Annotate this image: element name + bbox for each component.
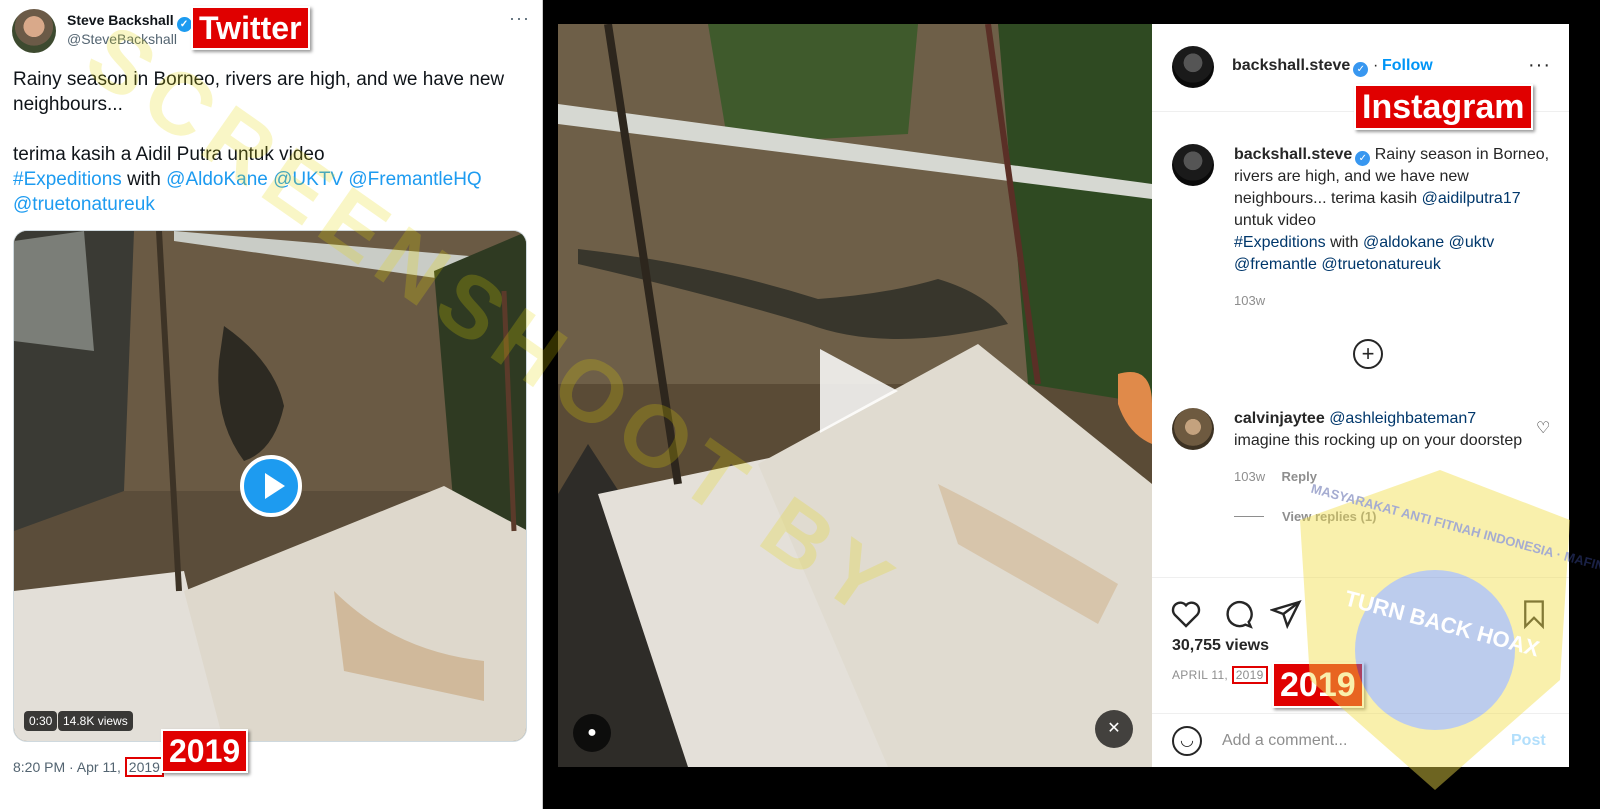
twitter-video[interactable]: 0:30 14.8K views xyxy=(13,230,527,742)
instagram-source-label: Instagram xyxy=(1354,84,1533,130)
tweet-text: Rainy season in Borneo, rivers are high,… xyxy=(13,67,528,217)
instagram-caption: backshall.steve ✓ Rainy season in Borneo,… xyxy=(1234,144,1554,312)
comment-mention[interactable]: @ashleighbateman7 xyxy=(1329,410,1476,427)
comment-username[interactable]: calvinjaytee xyxy=(1234,410,1325,427)
share-icon[interactable] xyxy=(1270,598,1302,630)
twitter-handle[interactable]: @SteveBackshall xyxy=(67,31,177,47)
add-comment-bar: ◡ Add a comment... Post xyxy=(1152,713,1569,768)
post-date-text: APRIL 11, xyxy=(1172,668,1232,682)
tweet-time-text: 8:20 PM · Apr 11, xyxy=(13,759,125,775)
play-button-icon[interactable] xyxy=(240,455,302,517)
add-comment-input[interactable]: Add a comment... xyxy=(1222,732,1347,750)
instagram-comment: calvinjaytee @ashleighbateman7 imagine t… xyxy=(1234,408,1534,528)
tweet-line-1: Rainy season in Borneo, rivers are high,… xyxy=(13,69,505,115)
caption-with: with xyxy=(1325,234,1363,251)
hashtag-expeditions[interactable]: #Expeditions xyxy=(1234,234,1326,251)
twitter-year-label: 2019 xyxy=(161,729,249,773)
comment-age[interactable]: 103w xyxy=(1234,469,1265,484)
verified-badge-icon: ✓ xyxy=(176,17,192,32)
twitter-avatar[interactable] xyxy=(12,9,56,53)
mention-uktv[interactable]: @UKTV xyxy=(273,169,343,190)
view-replies-row[interactable]: View replies (1) xyxy=(1234,506,1534,528)
instagram-video[interactable]: ● ✕ xyxy=(558,24,1152,767)
muted-speaker-icon[interactable]: ✕ xyxy=(1095,710,1133,748)
like-comment-icon[interactable]: ♡ xyxy=(1536,418,1550,438)
twitter-display-name[interactable]: Steve Backshall ✓ xyxy=(67,12,192,32)
video-views-badge: 14.8K views xyxy=(58,711,133,731)
more-options-icon[interactable]: ··· xyxy=(509,8,530,29)
commenter-avatar[interactable] xyxy=(1172,408,1214,450)
instagram-year-label: 2019 xyxy=(1272,662,1364,708)
mention-aldokane[interactable]: @AldoKane xyxy=(166,169,268,190)
mention-truetonatureuk[interactable]: @truetonatureuk xyxy=(1321,256,1440,273)
tweet-timestamp[interactable]: 8:20 PM · Apr 11, 2019 xyxy=(13,757,164,777)
comment-icon[interactable] xyxy=(1222,598,1254,630)
tweet-with-text: with xyxy=(121,169,167,190)
views-count[interactable]: 30,755 views xyxy=(1172,637,1269,655)
instagram-side-panel: backshall.steve ✓ · Follow ··· backshall.… xyxy=(1152,24,1569,767)
caption-avatar[interactable] xyxy=(1172,144,1214,186)
post-year-highlight: 2019 xyxy=(1231,666,1268,684)
twitter-panel: Steve Backshall ✓ @SteveBackshall ··· Rai… xyxy=(0,0,543,809)
tagged-user-icon[interactable]: ● xyxy=(573,714,611,752)
tweet-year-highlight: 2019 xyxy=(124,757,164,777)
caption-age[interactable]: 103w xyxy=(1234,290,1554,312)
mention-fremantlehq[interactable]: @FremantleHQ xyxy=(348,169,481,190)
mention-truetonatureuk[interactable]: @truetonatureuk xyxy=(13,194,155,215)
twitter-name-text: Steve Backshall xyxy=(67,12,174,28)
mention-aldokane[interactable]: @aldokane xyxy=(1363,234,1444,251)
load-more-comments-icon[interactable]: + xyxy=(1353,339,1383,369)
reply-button[interactable]: Reply xyxy=(1282,469,1317,484)
follow-separator: · xyxy=(1373,57,1379,74)
post-date[interactable]: APRIL 11, 2019 xyxy=(1172,666,1268,684)
like-icon[interactable] xyxy=(1170,598,1202,630)
tweet-line-2: terima kasih a Aidil Putra untuk video xyxy=(13,144,325,165)
view-replies-button[interactable]: View replies (1) xyxy=(1282,509,1376,524)
more-options-icon[interactable]: ··· xyxy=(1528,54,1551,77)
hashtag-expeditions[interactable]: #Expeditions xyxy=(13,169,122,190)
mention-uktv[interactable]: @uktv xyxy=(1449,234,1495,251)
instagram-play-icon[interactable] xyxy=(820,349,898,433)
mention-fremantle[interactable]: @fremantle xyxy=(1234,256,1317,273)
follow-button[interactable]: Follow xyxy=(1382,57,1433,75)
verified-badge-icon: ✓ xyxy=(1353,62,1369,77)
emoji-icon[interactable]: ◡ xyxy=(1172,726,1202,756)
instagram-username-header[interactable]: backshall.steve ✓ xyxy=(1232,57,1369,77)
comment-meta: 103w Reply xyxy=(1234,466,1534,488)
caption-text-2: untuk video xyxy=(1234,212,1316,229)
post-comment-button[interactable]: Post xyxy=(1511,732,1546,750)
video-duration-badge: 0:30 xyxy=(24,711,58,731)
replies-line xyxy=(1234,516,1264,518)
comment-text: imagine this rocking up on your doorstep xyxy=(1234,432,1523,449)
instagram-avatar[interactable] xyxy=(1172,46,1214,88)
verified-badge-icon: ✓ xyxy=(1355,151,1371,166)
twitter-source-label: Twitter xyxy=(191,6,310,50)
mention-aidilputra17[interactable]: @aidilputra17 xyxy=(1422,190,1521,207)
save-bookmark-icon[interactable] xyxy=(1519,598,1549,630)
caption-username[interactable]: backshall.steve xyxy=(1234,146,1352,163)
instagram-username-text: backshall.steve xyxy=(1232,57,1351,74)
tweet-line-3: #Expeditions with @AldoKane @UKTV @Frema… xyxy=(13,167,528,217)
